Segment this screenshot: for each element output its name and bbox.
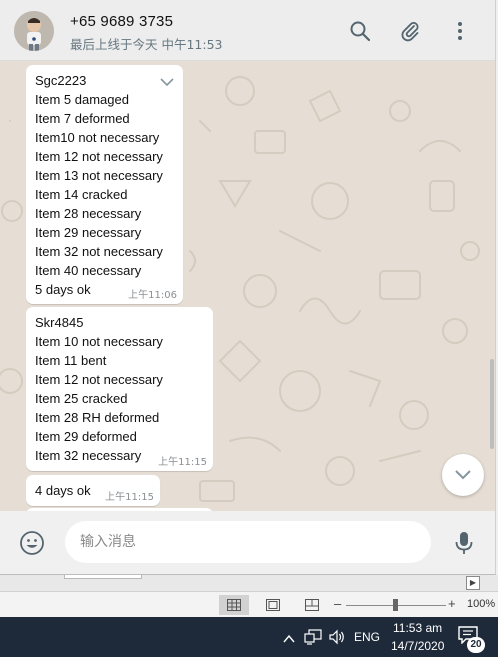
whatsapp-window: +65 9689 3735 最后上线于今天 中午11:53 Sgc2223 It… — [0, 0, 496, 575]
kebab-menu-icon[interactable] — [449, 20, 471, 42]
message-bubble[interactable]: Skr4845 Item 10 not necessary Item 11 be… — [26, 307, 213, 471]
avatar[interactable] — [14, 11, 54, 51]
message-timestamp: 上午11:06 — [128, 290, 177, 301]
chevron-up-icon[interactable] — [283, 631, 295, 649]
emoji-icon[interactable] — [19, 530, 45, 556]
scrollbar-thumb[interactable] — [490, 359, 494, 449]
page-break-view-button[interactable] — [297, 595, 327, 615]
spreadsheet-window-background: ▶ – + 100% — [0, 575, 498, 617]
sheet-tab[interactable] — [64, 575, 142, 579]
notification-count-badge: 20 — [467, 637, 485, 653]
zoom-in-button[interactable]: + — [448, 596, 456, 611]
message-line: Skr4845 — [35, 315, 84, 330]
spreadsheet-status-bar: – + 100% — [0, 592, 498, 617]
message-line: Item 11 bent — [35, 353, 107, 368]
message-line: Item 5 damaged — [35, 92, 129, 107]
contact-name[interactable]: +65 9689 3735 — [70, 13, 173, 30]
message-line: Item 25 cracked — [35, 391, 128, 406]
chat-scrollbar[interactable] — [489, 61, 495, 511]
message-line: Item 29 deformed — [35, 429, 137, 444]
message-line: Item 14 cracked — [35, 187, 128, 202]
message-line: Item 7 deformed — [35, 111, 130, 126]
message-input[interactable] — [65, 521, 431, 563]
contact-last-seen: 最后上线于今天 中午11:53 — [70, 37, 223, 52]
normal-view-button[interactable] — [219, 595, 249, 615]
speaker-icon[interactable] — [328, 629, 346, 650]
message-line: Item 40 necessary — [35, 263, 142, 278]
message-line: Item 12 not necessary — [35, 372, 163, 387]
message-line: Item 12 not necessary — [35, 149, 163, 164]
message-line: Item 10 not necessary — [35, 334, 163, 349]
zoom-level[interactable]: 100% — [467, 598, 495, 610]
taskbar: ENG 11:53 am 14/7/2020 20 — [0, 617, 498, 657]
scroll-to-bottom-button[interactable] — [442, 454, 484, 496]
taskbar-clock-time[interactable]: 11:53 am — [393, 621, 442, 635]
page-layout-view-button[interactable] — [258, 595, 288, 615]
microphone-icon[interactable] — [452, 530, 476, 556]
page-break-icon — [305, 599, 319, 611]
message-line: Item10 not necessary — [35, 130, 160, 145]
taskbar-clock-date[interactable]: 14/7/2020 — [391, 639, 444, 653]
message-composer — [0, 511, 495, 574]
message-line: Item 28 RH deformed — [35, 410, 160, 425]
message-bubble[interactable]: Sgc2223 Item 5 damaged Item 7 deformed I… — [26, 65, 183, 304]
message-bubble[interactable]: 4 days ok 上午11:15 — [26, 475, 160, 506]
input-language-indicator[interactable]: ENG — [354, 630, 380, 644]
zoom-slider-thumb[interactable] — [393, 599, 398, 611]
chevron-down-icon[interactable] — [160, 74, 174, 92]
paperclip-icon[interactable] — [399, 20, 421, 42]
sheet-tab-strip: ▶ — [0, 575, 498, 592]
message-line: Item 29 necessary — [35, 225, 142, 240]
scroll-right-arrow[interactable]: ▶ — [466, 576, 480, 590]
message-line: Item 13 not necessary — [35, 168, 163, 183]
page-layout-icon — [266, 599, 280, 611]
message-line: Item 28 necessary — [35, 206, 142, 221]
chevron-down-icon — [455, 470, 471, 480]
search-icon[interactable] — [349, 20, 371, 42]
zoom-out-button[interactable]: – — [334, 596, 341, 611]
chat-area[interactable]: Sgc2223 Item 5 damaged Item 7 deformed I… — [0, 61, 495, 511]
message-line: Item 32 not necessary — [35, 244, 163, 259]
message-timestamp: 上午11:15 — [158, 457, 207, 468]
network-icon[interactable] — [304, 629, 322, 650]
chat-header: +65 9689 3735 最后上线于今天 中午11:53 — [0, 0, 495, 61]
message-timestamp: 上午11:15 — [105, 492, 154, 503]
message-line: Sgc2223 — [35, 73, 87, 88]
grid-icon — [227, 599, 241, 611]
